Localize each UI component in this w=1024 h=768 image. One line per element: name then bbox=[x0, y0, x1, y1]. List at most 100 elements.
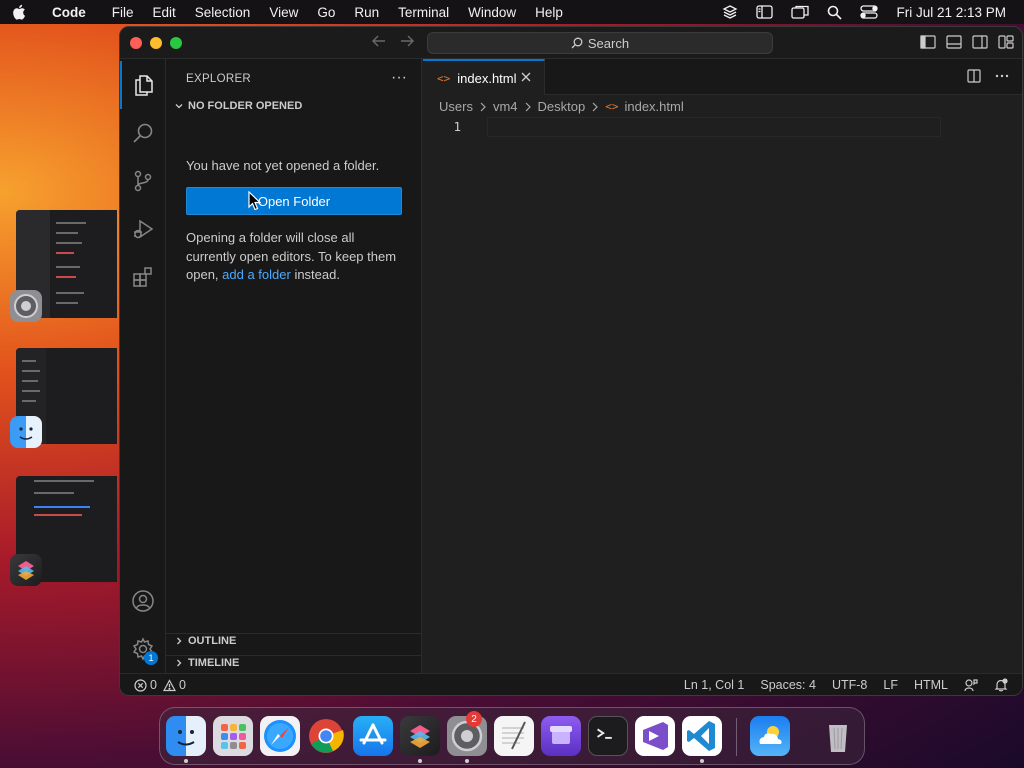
menu-view[interactable]: View bbox=[269, 5, 298, 20]
warnings-value: 0 bbox=[178, 678, 186, 692]
open-folder-button[interactable]: Open Folder bbox=[186, 187, 402, 215]
encoding[interactable]: UTF-8 bbox=[832, 678, 867, 692]
command-center-search[interactable]: Search bbox=[427, 32, 773, 54]
chevron-right-icon bbox=[591, 102, 599, 112]
shortcuts-icon[interactable] bbox=[400, 716, 440, 756]
title-bar: Search bbox=[120, 27, 1022, 59]
zoom-window-button[interactable] bbox=[170, 37, 182, 49]
sidebar-toggle-icon[interactable] bbox=[756, 5, 774, 19]
toggle-primary-sidebar-icon[interactable] bbox=[920, 35, 936, 54]
problems-indicator[interactable]: 0 0 bbox=[134, 678, 192, 692]
textedit-icon[interactable] bbox=[494, 716, 534, 756]
finder-icon[interactable] bbox=[166, 716, 206, 756]
menu-terminal[interactable]: Terminal bbox=[398, 5, 449, 20]
line-gutter: 1 bbox=[423, 117, 483, 137]
warnings-count: 0 bbox=[162, 678, 186, 692]
toggle-secondary-sidebar-icon[interactable] bbox=[972, 35, 988, 54]
search-view-icon[interactable] bbox=[120, 109, 166, 157]
breadcrumb-desktop[interactable]: Desktop bbox=[538, 99, 586, 114]
search-icon bbox=[571, 37, 583, 49]
breadcrumb: Users vm4 Desktop <> index.html bbox=[439, 99, 684, 114]
menu-edit[interactable]: Edit bbox=[153, 5, 176, 20]
explorer-sidebar: EXPLORER ··· NO FOLDER OPENED You have n… bbox=[166, 59, 422, 673]
running-indicator bbox=[465, 759, 469, 763]
trash-icon[interactable] bbox=[818, 716, 858, 756]
cursor-position[interactable]: Ln 1, Col 1 bbox=[684, 678, 744, 692]
split-editor-icon[interactable] bbox=[967, 69, 981, 88]
errors-count: 0 bbox=[134, 678, 157, 692]
breadcrumb-file[interactable]: index.html bbox=[624, 99, 683, 114]
outline-section-header[interactable]: OUTLINE bbox=[172, 635, 236, 647]
apple-menu-icon[interactable] bbox=[12, 4, 40, 20]
close-tab-icon[interactable] bbox=[520, 71, 532, 86]
menu-go[interactable]: Go bbox=[317, 5, 335, 20]
screen-mirroring-icon[interactable] bbox=[791, 5, 810, 19]
menu-run[interactable]: Run bbox=[354, 5, 379, 20]
explorer-icon[interactable] bbox=[120, 61, 166, 109]
editor-actions bbox=[953, 69, 1009, 88]
go-back-icon[interactable] bbox=[372, 34, 386, 53]
menubar-clock[interactable]: Fri Jul 21 2:13 PM bbox=[896, 5, 1006, 20]
control-center-icon[interactable] bbox=[860, 5, 879, 19]
archive-utility-icon[interactable] bbox=[541, 716, 581, 756]
add-folder-link[interactable]: add a folder bbox=[222, 267, 291, 282]
account-icon[interactable] bbox=[120, 577, 166, 625]
section-title: NO FOLDER OPENED bbox=[188, 100, 303, 112]
system-settings-side-icon[interactable] bbox=[10, 290, 42, 322]
safari-icon[interactable] bbox=[260, 716, 300, 756]
terminal-icon[interactable] bbox=[588, 716, 628, 756]
errors-value: 0 bbox=[150, 678, 157, 692]
section-divider bbox=[166, 655, 422, 656]
shortcuts-side-icon[interactable] bbox=[10, 554, 42, 586]
toggle-panel-icon[interactable] bbox=[946, 35, 962, 54]
menu-bar: Code File Edit Selection View Go Run Ter… bbox=[0, 0, 1024, 24]
go-forward-icon[interactable] bbox=[400, 34, 414, 53]
customize-layout-icon[interactable] bbox=[998, 35, 1014, 54]
more-actions-icon[interactable] bbox=[995, 69, 1009, 88]
error-icon bbox=[134, 678, 147, 692]
visual-studio-icon[interactable] bbox=[635, 716, 675, 756]
line-number: 1 bbox=[453, 119, 461, 134]
mouse-cursor bbox=[248, 190, 262, 216]
chrome-icon[interactable] bbox=[306, 716, 346, 756]
no-folder-message: You have not yet opened a folder. bbox=[186, 158, 380, 173]
minimize-window-button[interactable] bbox=[150, 37, 162, 49]
dock: 2 bbox=[159, 707, 865, 765]
language-mode[interactable]: HTML bbox=[914, 678, 948, 692]
menu-selection[interactable]: Selection bbox=[195, 5, 251, 20]
timeline-section-header[interactable]: TIMELINE bbox=[172, 657, 239, 669]
spotlight-search-icon[interactable] bbox=[827, 5, 843, 20]
vscode-icon[interactable] bbox=[682, 716, 722, 756]
menu-file[interactable]: File bbox=[112, 5, 134, 20]
outline-label: OUTLINE bbox=[188, 635, 237, 647]
status-right: Ln 1, Col 1 Spaces: 4 UTF-8 LF HTML bbox=[668, 678, 1008, 692]
tab-index-html[interactable]: <> index.html bbox=[423, 59, 545, 95]
source-control-icon[interactable] bbox=[120, 157, 166, 205]
end-of-line[interactable]: LF bbox=[883, 678, 898, 692]
menu-app-name[interactable]: Code bbox=[52, 5, 86, 20]
menu-window[interactable]: Window bbox=[468, 5, 516, 20]
section-divider bbox=[166, 633, 422, 634]
finder-side-icon[interactable] bbox=[10, 416, 42, 448]
layers-icon[interactable] bbox=[722, 4, 738, 20]
menu-help[interactable]: Help bbox=[535, 5, 563, 20]
weather-icon[interactable] bbox=[750, 716, 790, 756]
extensions-icon[interactable] bbox=[120, 253, 166, 301]
breadcrumb-vm4[interactable]: vm4 bbox=[493, 99, 518, 114]
run-debug-icon[interactable] bbox=[120, 205, 166, 253]
app-store-icon[interactable] bbox=[353, 716, 393, 756]
tab-bar: <> index.html bbox=[423, 59, 1022, 95]
editor-area: <> index.html Users vm4 Desktop <> index… bbox=[423, 59, 1022, 673]
launchpad-icon[interactable] bbox=[213, 716, 253, 756]
menu-extras: Fri Jul 21 2:13 PM bbox=[704, 0, 1006, 24]
manage-gear-icon[interactable]: 1 bbox=[120, 625, 166, 673]
more-actions-icon[interactable]: ··· bbox=[391, 69, 407, 87]
notifications-bell-icon[interactable] bbox=[994, 678, 1008, 692]
dock-separator bbox=[736, 718, 737, 756]
current-line-highlight[interactable] bbox=[487, 117, 941, 137]
breadcrumb-users[interactable]: Users bbox=[439, 99, 473, 114]
indentation[interactable]: Spaces: 4 bbox=[760, 678, 816, 692]
close-window-button[interactable] bbox=[130, 37, 142, 49]
feedback-icon[interactable] bbox=[964, 678, 978, 692]
no-folder-section-header[interactable]: NO FOLDER OPENED bbox=[172, 100, 302, 112]
